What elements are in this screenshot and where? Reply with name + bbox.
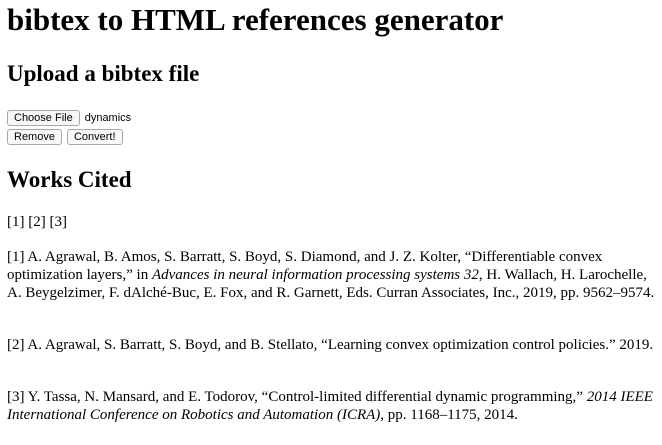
convert-button[interactable]: Convert!: [66, 129, 123, 145]
citation-link-2[interactable]: [2]: [28, 214, 46, 230]
reference-2-prefix: [2] A. Agrawal, S. Barratt, S. Boyd, and…: [7, 337, 654, 353]
choose-file-button[interactable]: Choose File: [7, 110, 80, 126]
citation-link-3[interactable]: [3]: [50, 214, 68, 230]
reference-3: [3] Y. Tassa, N. Mansard, and E. Todorov…: [7, 388, 657, 424]
selected-file-name: dynamics: [84, 112, 132, 124]
reference-3-prefix: [3] Y. Tassa, N. Mansard, and E. Todorov…: [7, 389, 587, 405]
file-input-row: Choose File dynamics: [7, 110, 131, 126]
upload-heading: Upload a bibtex file: [7, 61, 200, 86]
remove-button[interactable]: Remove: [7, 129, 62, 145]
reference-2: [2] A. Agrawal, S. Barratt, S. Boyd, and…: [7, 336, 657, 354]
citation-links: [1] [2] [3]: [7, 213, 67, 231]
page-title: bibtex to HTML references generator: [7, 2, 504, 37]
citation-link-1[interactable]: [1]: [7, 214, 25, 230]
works-cited-heading: Works Cited: [7, 167, 132, 192]
reference-1: [1] A. Agrawal, B. Amos, S. Barratt, S. …: [7, 248, 657, 302]
reference-1-venue: Advances in neural information processin…: [151, 267, 479, 283]
reference-3-suffix: , pp. 1168–1175, 2014.: [380, 407, 518, 423]
action-button-row: Remove Convert!: [7, 129, 123, 145]
